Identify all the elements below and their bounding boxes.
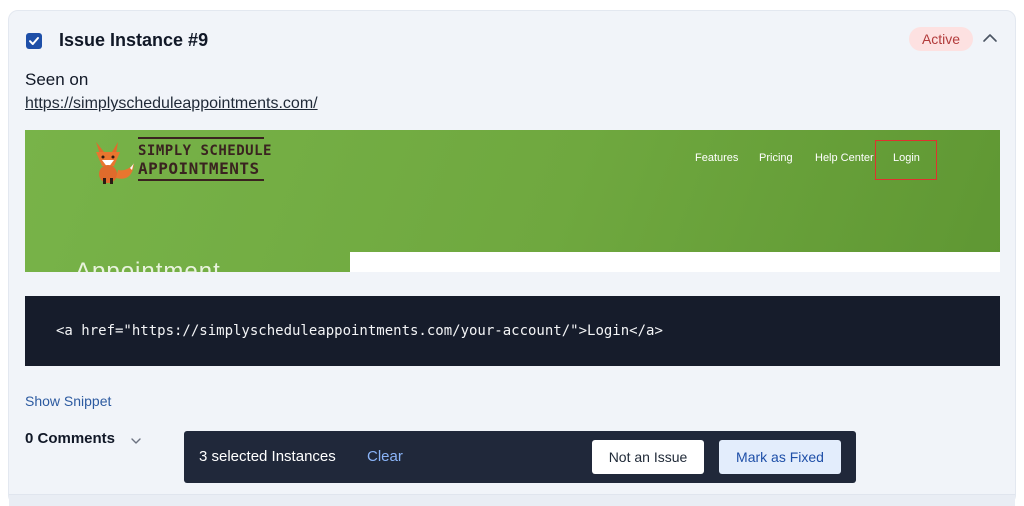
preview-hero-heading: Appointment [75,258,221,272]
site-nav-help-center[interactable]: Help Center [815,152,874,164]
logo-line-2: APPOINTMENTS [138,159,260,178]
seen-on-url-link[interactable]: https://simplyscheduleappointments.com/ [25,95,318,113]
status-badge: Active [909,27,973,51]
logo-rule-bottom [138,179,264,181]
collapse-button[interactable] [981,29,999,47]
logo-rule-top [138,137,264,139]
bulk-action-bar: 3 selected Instances Clear Not an Issue … [184,431,856,483]
highlighted-element-outline [875,140,937,180]
clear-selection-link[interactable]: Clear [367,448,403,465]
card-footer-strip [9,494,1015,506]
mark-as-fixed-button[interactable]: Mark as Fixed [719,440,841,474]
instance-checkbox[interactable] [26,33,42,49]
site-nav-features[interactable]: Features [695,152,738,164]
chevron-up-icon [983,34,997,42]
site-logo-text: SIMPLY SCHEDULE APPOINTMENTS [138,142,272,178]
preview-content-panel [350,252,1000,272]
site-nav-pricing[interactable]: Pricing [759,152,793,164]
logo-line-1: SIMPLY SCHEDULE [138,143,272,159]
selected-count-text: 3 selected Instances [199,448,336,465]
comments-toggle[interactable]: 0 Comments [25,430,115,447]
page-screenshot-preview: SIMPLY SCHEDULE APPOINTMENTS Features Pr… [25,130,1000,272]
not-an-issue-button[interactable]: Not an Issue [592,440,704,474]
show-snippet-link[interactable]: Show Snippet [25,393,111,409]
fox-icon [96,142,134,184]
check-icon [29,37,39,45]
issue-instance-card: Issue Instance #9 Active Seen on https:/… [8,10,1016,506]
chevron-down-icon[interactable] [130,435,142,447]
seen-on-label: Seen on [25,70,89,89]
code-snippet: <a href="https://simplyscheduleappointme… [25,296,1000,366]
instance-title: Issue Instance #9 [59,30,209,50]
